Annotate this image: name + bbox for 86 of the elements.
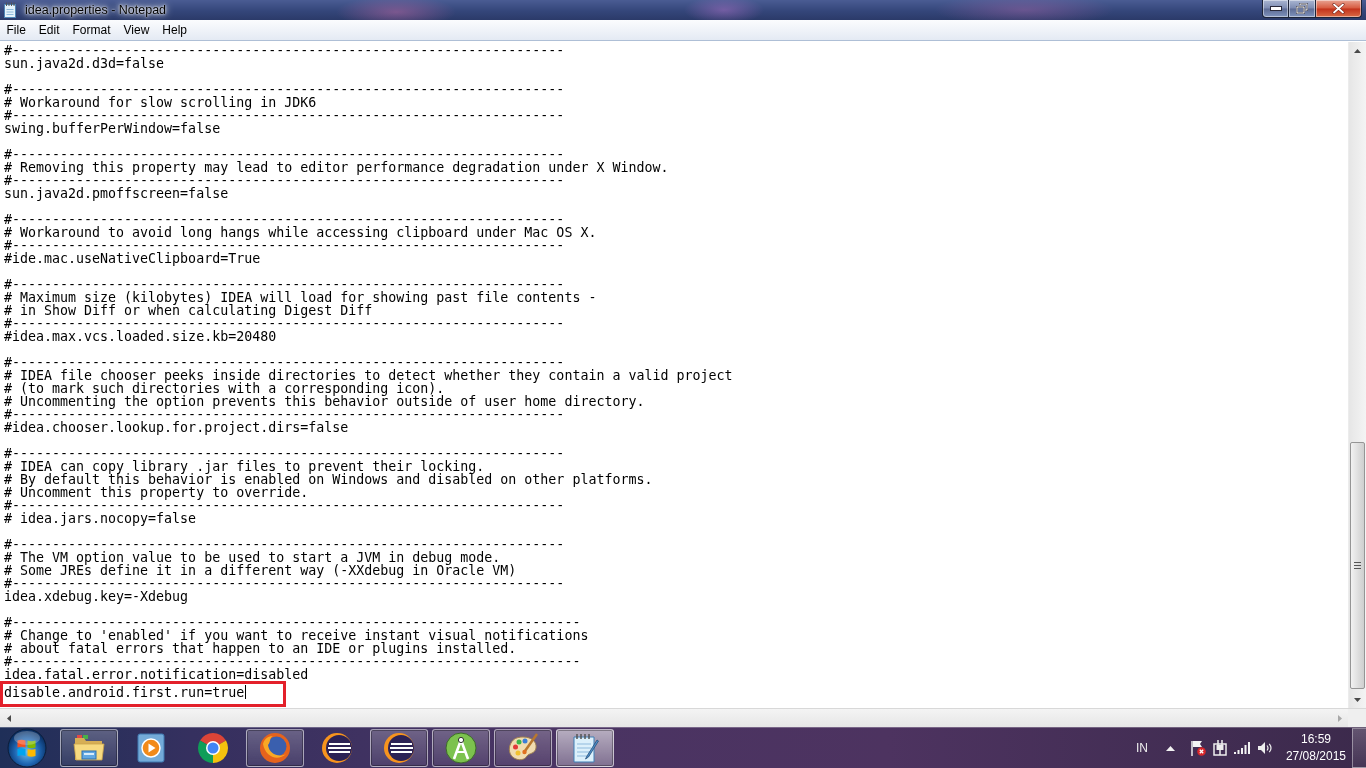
code-line: #---------------------------------------------------------------------: [4, 577, 566, 590]
code-line: #idea.chooser.lookup.for.project.dirs=false: [4, 421, 350, 434]
speaker-icon[interactable]: [1256, 740, 1273, 756]
code-line: idea.xdebug.key=-Xdebug: [4, 590, 190, 603]
code-line: swing.bufferPerWindow=false: [4, 122, 222, 135]
code-line: #---------------------------------------------------------------------: [4, 239, 566, 252]
folder-icon: [73, 734, 105, 762]
notepad-icon: [3, 2, 17, 18]
close-button[interactable]: [1316, 0, 1362, 18]
menu-item[interactable]: Edit: [32, 21, 67, 39]
play-tile-icon[interactable]: [136, 733, 166, 763]
code-line: #-----------------------------------------------------------------------: [4, 655, 582, 668]
clock-date[interactable]: 27/08/2015: [1285, 748, 1346, 765]
code-line: # Some JREs define it in a different way (-XXdebug in Oracle VM): [4, 564, 518, 577]
horizontal-scrollbar[interactable]: [0, 709, 1348, 727]
code-line: idea.fatal.error.notification=disabled: [4, 668, 310, 681]
code-line: #idea.max.vcs.loaded.size.kb=20480: [4, 330, 278, 343]
code-line: # idea.jars.nocopy=false: [4, 512, 198, 525]
code-line: # IDEA file chooser peeks inside directories to detect whether they contain a valid project: [4, 369, 734, 382]
close-icon: [1332, 3, 1345, 14]
code-line: # Uncomment this property to override.: [4, 486, 309, 499]
taskbar-button[interactable]: [432, 729, 490, 767]
power-plug-icon[interactable]: [1212, 740, 1227, 756]
code-line: #---------------------------------------------------------------------: [4, 278, 566, 291]
menu-item[interactable]: File: [0, 21, 33, 39]
code-line: #---------------------------------------------------------------------: [4, 174, 566, 187]
code-line: #---------------------------------------------------------------------: [4, 408, 565, 421]
signal-bars-icon[interactable]: [1233, 742, 1250, 754]
code-line: sun.java2d.pmoffscreen=false: [4, 187, 230, 200]
code-line: #ide.mac.useNativeClipboard=True: [4, 252, 262, 265]
fox-globe-icon: [259, 732, 291, 764]
minimize-button[interactable]: [1262, 0, 1289, 18]
code-line: # Workaround to avoid long hangs while accessing clipboard under Mac OS X.: [4, 226, 598, 239]
code-line: #---------------------------------------------------------------------: [4, 83, 566, 96]
window-title: idea.properties - Notepad: [24, 3, 168, 17]
taskbar-button[interactable]: [556, 729, 614, 767]
left-arrow-icon[interactable]: [6, 714, 11, 722]
compass-icon: [445, 732, 477, 764]
taskbar-button[interactable]: [370, 729, 428, 767]
clock-time[interactable]: 16:59: [1300, 731, 1331, 748]
flag-icon[interactable]: [1189, 740, 1206, 756]
striped-sphere-icon[interactable]: [321, 732, 353, 764]
menu-item[interactable]: Format: [66, 21, 118, 39]
scrollbar-thumb[interactable]: [1350, 442, 1365, 689]
code-line: #---------------------------------------------------------------------: [4, 44, 566, 57]
code-line: #---------------------------------------------------------------------: [4, 356, 565, 369]
code-line: # Workaround for slow scrolling in JDK6: [4, 96, 318, 109]
code-line: # Removing this property may lead to editor performance degradation under X Window.: [4, 161, 670, 174]
show-desktop-button[interactable]: [1352, 728, 1366, 768]
code-line: # IDEA can copy library .jar files to prevent their locking.: [4, 460, 485, 473]
code-line: # (to mark such directories with a corresponding icon).: [4, 382, 445, 395]
striped-sphere-icon: [383, 732, 415, 764]
down-arrow-icon[interactable]: [1354, 697, 1361, 702]
minimize-icon: [1269, 6, 1282, 11]
up-arrow-icon[interactable]: [1354, 48, 1361, 53]
start-button[interactable]: [7, 728, 47, 768]
up-arrow-icon[interactable]: [1165, 745, 1175, 751]
code-line: #---------------------------------------------------------------------: [4, 317, 566, 330]
vertical-scrollbar[interactable]: [1348, 42, 1366, 708]
code-line: # Maximum size (kilobytes) IDEA will load for showing past file contents -: [4, 291, 598, 304]
taskbar-button[interactable]: [494, 729, 552, 767]
code-line: #---------------------------------------------------------------------: [4, 538, 566, 551]
code-line: # about fatal errors that happen to an IDE or plugins installed.: [4, 642, 518, 655]
code-line: # By default this behavior is enabled on Windows and disabled on other platforms.: [4, 473, 654, 486]
code-line: #---------------------------------------------------------------------: [4, 109, 566, 122]
code-line: #---------------------------------------------------------------------: [4, 213, 566, 226]
segmented-ball-icon[interactable]: [197, 732, 229, 764]
code-line: # in Show Diff or when calculating Digest Diff: [4, 304, 373, 317]
taskbar-button[interactable]: [60, 729, 118, 767]
code-line: # The VM option value to be used to start a JVM in debug mode.: [4, 551, 501, 564]
menu-item[interactable]: Help: [155, 21, 194, 39]
code-line: #-----------------------------------------------------------------------: [4, 616, 581, 629]
taskbar-button[interactable]: [246, 729, 304, 767]
code-line: disable.android.first.run=true: [4, 685, 245, 699]
code-line: # Uncommenting the option prevents this behavior outside of user home directory.: [4, 395, 646, 408]
grip-icon: [1354, 562, 1361, 569]
code-line: # Change to 'enabled' if you want to receive instant visual notifications: [4, 629, 590, 642]
code-line: #---------------------------------------------------------------------: [4, 148, 565, 161]
code-line: #---------------------------------------------------------------------: [4, 499, 566, 512]
notepad-icon: [570, 732, 600, 764]
code-line: sun.java2d.d3d=false: [4, 57, 166, 70]
restore-button[interactable]: [1289, 0, 1316, 18]
language-indicator[interactable]: IN: [1135, 741, 1148, 755]
code-line: #---------------------------------------------------------------------: [4, 447, 566, 460]
menu-item[interactable]: View: [117, 21, 156, 39]
scrollbar-corner: [1348, 709, 1366, 727]
